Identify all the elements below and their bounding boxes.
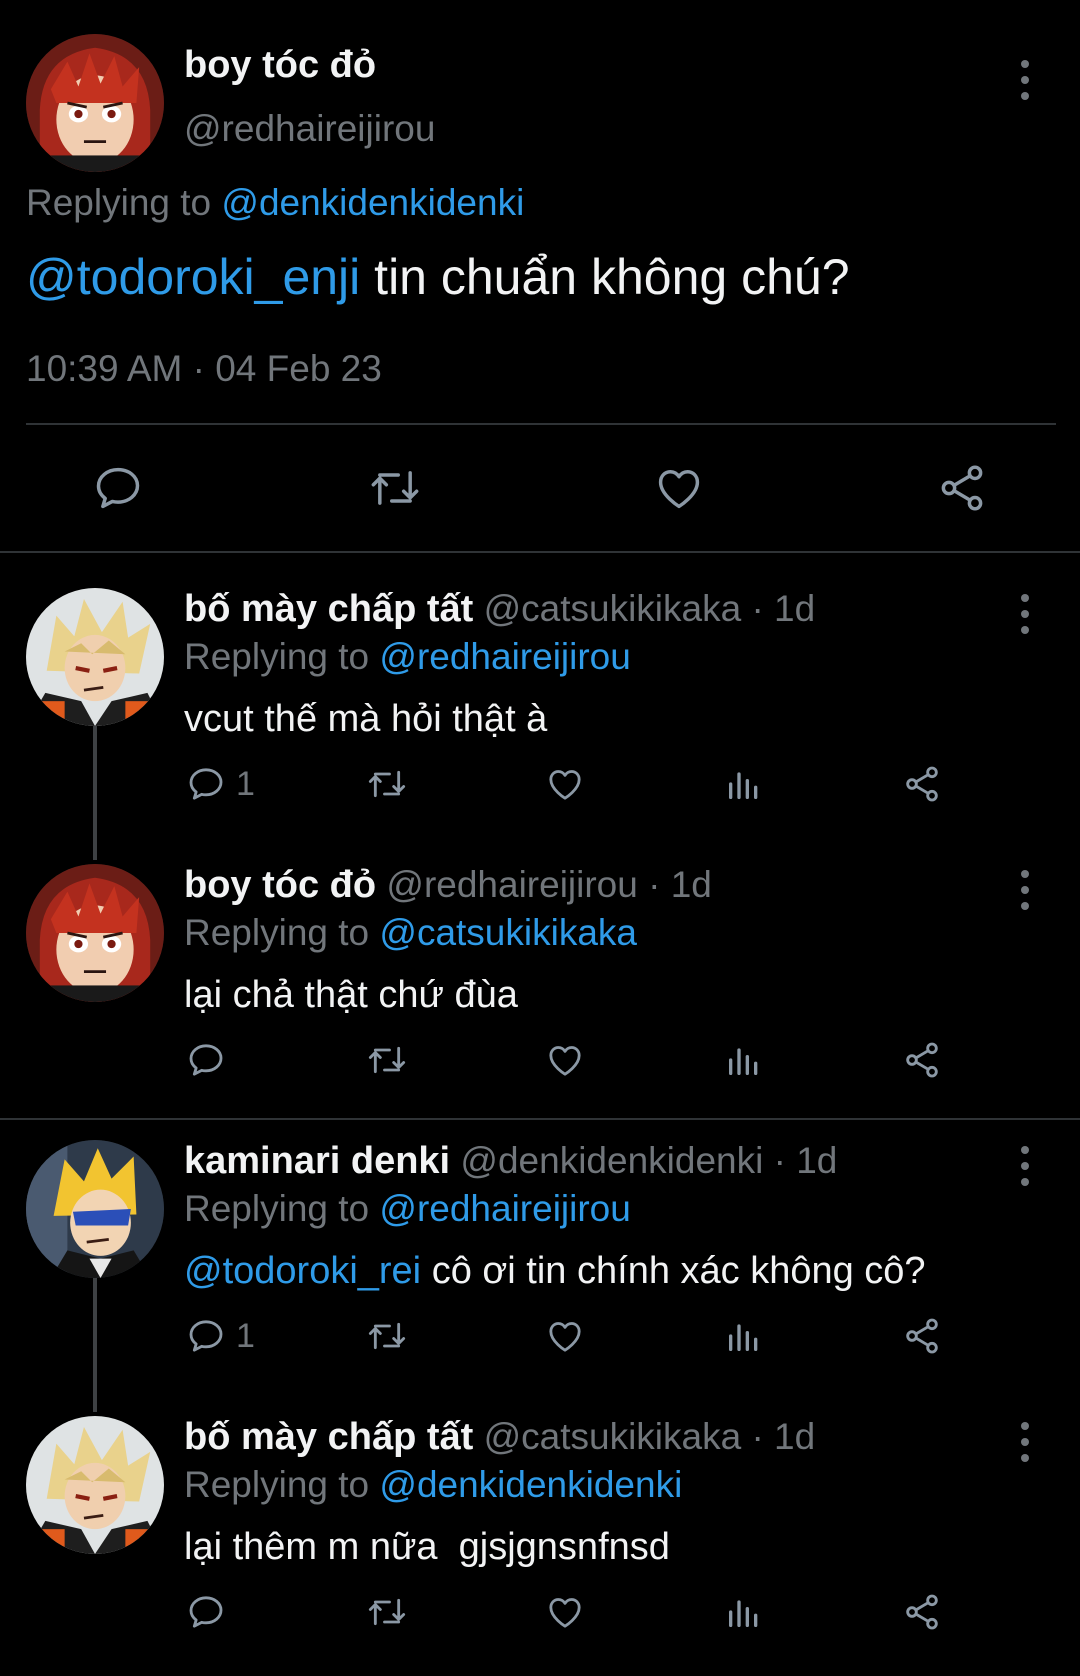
- action-bar: [184, 1040, 984, 1090]
- reply-tweet[interactable]: boy tóc đỏ @redhaireijirou · 1d Replying…: [0, 864, 1080, 1114]
- tweet-text: vcut thế mà hỏi thật à: [184, 698, 547, 741]
- replying-to-link[interactable]: @denkidenkidenki: [379, 1464, 682, 1505]
- author-meta[interactable]: @catsukikikaka · 1d: [473, 1416, 816, 1457]
- author-meta[interactable]: @catsukikikaka · 1d: [473, 588, 816, 629]
- avatar[interactable]: [26, 588, 164, 726]
- replying-prefix: Replying to: [184, 1464, 380, 1505]
- author-name[interactable]: boy tóc đỏ: [184, 864, 376, 906]
- retweet-icon[interactable]: [364, 1040, 410, 1080]
- like-icon[interactable]: [544, 1316, 586, 1356]
- like-icon[interactable]: [544, 1040, 586, 1080]
- tweet-body: lại chả thật chứ đùa: [184, 974, 518, 1016]
- retweet-icon[interactable]: [364, 1592, 410, 1632]
- replying-prefix: Replying to: [184, 1188, 380, 1229]
- replying-to-link[interactable]: @denkidenkidenki: [221, 182, 524, 223]
- analytics-icon[interactable]: [724, 1316, 764, 1356]
- author-name[interactable]: kaminari denki: [184, 1140, 450, 1182]
- reply-count: 1: [236, 1316, 255, 1355]
- analytics-icon[interactable]: [724, 1592, 764, 1632]
- analytics-icon[interactable]: [724, 1040, 764, 1080]
- reply-icon[interactable]: [186, 1040, 226, 1080]
- more-options-icon[interactable]: [1015, 1144, 1035, 1188]
- retweet-icon[interactable]: [364, 1316, 410, 1356]
- share-icon[interactable]: [902, 1040, 942, 1080]
- tweet-text: lại chả thật chứ đùa: [184, 974, 518, 1017]
- replying-to: Replying to @denkidenkidenki: [184, 1464, 682, 1506]
- mention-link[interactable]: @todoroki_enji: [26, 249, 360, 305]
- reply-icon[interactable]: 1: [186, 1316, 255, 1356]
- tweet-text: @todoroki_enji tin chuẩn không chú?: [26, 248, 850, 306]
- share-icon[interactable]: [902, 1592, 942, 1632]
- reply-header: kaminari denki @denkidenkidenki · 1d: [184, 1140, 837, 1183]
- author-meta[interactable]: @redhaireijirou · 1d: [376, 864, 712, 905]
- like-icon[interactable]: [652, 462, 706, 514]
- replying-to: Replying to @catsukikikaka: [184, 912, 637, 954]
- share-icon[interactable]: [936, 462, 988, 514]
- replying-prefix: Replying to: [184, 636, 380, 677]
- author-name[interactable]: boy tóc đỏ: [184, 44, 376, 87]
- tweet-body: tin chuẩn không chú?: [360, 249, 850, 305]
- redhair-avatar-image: [26, 34, 164, 172]
- action-bar: 1: [184, 1316, 984, 1366]
- share-icon[interactable]: [902, 764, 942, 804]
- tweet-text: @todoroki_rei cô ơi tin chính xác không …: [184, 1250, 926, 1293]
- replying-prefix: Replying to: [26, 182, 222, 223]
- tweet-body: vcut thế mà hỏi thật à: [184, 698, 548, 740]
- author-name[interactable]: bố mày chấp tất: [184, 588, 473, 630]
- tweet-text: lại thêm m nữa gjsjgnsnfnsd: [184, 1526, 670, 1569]
- timestamp[interactable]: 10:39 AM · 04 Feb 23: [26, 348, 382, 390]
- action-bar: [184, 1592, 984, 1642]
- reply-tweet[interactable]: bố mày chấp tất @catsukikikaka · 1d Repl…: [0, 588, 1080, 838]
- author-handle[interactable]: @redhaireijirou: [184, 108, 435, 150]
- replying-to-link[interactable]: @redhaireijirou: [379, 636, 630, 677]
- tweet-body: lại thêm m nữa gjsjgnsnfnsd: [184, 1526, 670, 1568]
- reply-header: bố mày chấp tất @catsukikikaka · 1d: [184, 1416, 815, 1459]
- avatar[interactable]: [26, 864, 164, 1002]
- author-meta[interactable]: @denkidenkidenki · 1d: [450, 1140, 837, 1181]
- author-name[interactable]: bố mày chấp tất: [184, 1416, 473, 1458]
- blonde-spiky-avatar-image: [26, 588, 164, 726]
- reply-header: boy tóc đỏ @redhaireijirou · 1d: [184, 864, 712, 907]
- more-options-icon[interactable]: [1015, 58, 1035, 102]
- avatar[interactable]: [26, 1416, 164, 1554]
- replying-to: Replying to @redhaireijirou: [184, 1188, 631, 1230]
- reply-icon[interactable]: [92, 462, 144, 514]
- blonde-spiky-avatar-image: [26, 1416, 164, 1554]
- section-divider: [0, 551, 1080, 553]
- like-icon[interactable]: [544, 1592, 586, 1632]
- replying-prefix: Replying to: [184, 912, 380, 953]
- replying-to: Replying to @denkidenkidenki: [26, 182, 524, 224]
- more-options-icon[interactable]: [1015, 592, 1035, 636]
- analytics-icon[interactable]: [724, 764, 764, 804]
- share-icon[interactable]: [902, 1316, 942, 1356]
- reply-icon[interactable]: [186, 1592, 226, 1632]
- reply-count: 1: [236, 764, 255, 803]
- replying-to: Replying to @redhaireijirou: [184, 636, 631, 678]
- mention-link[interactable]: @todoroki_rei: [184, 1250, 421, 1292]
- reply-header: bố mày chấp tất @catsukikikaka · 1d: [184, 588, 815, 631]
- redhair-avatar-image: [26, 864, 164, 1002]
- action-bar: 1: [184, 764, 984, 814]
- reply-tweet[interactable]: kaminari denki @denkidenkidenki · 1d Rep…: [0, 1140, 1080, 1390]
- section-divider: [0, 1118, 1080, 1120]
- more-options-icon[interactable]: [1015, 1420, 1035, 1464]
- avatar[interactable]: [26, 1140, 164, 1278]
- tweet-body: cô ơi tin chính xác không cô?: [421, 1250, 926, 1292]
- replying-to-link[interactable]: @redhaireijirou: [379, 1188, 630, 1229]
- reply-tweet[interactable]: bố mày chấp tất @catsukikikaka · 1d Repl…: [0, 1416, 1080, 1666]
- reply-icon[interactable]: 1: [186, 764, 255, 804]
- yellowhair-avatar-image: [26, 1140, 164, 1278]
- avatar[interactable]: [26, 34, 164, 172]
- divider: [26, 423, 1056, 425]
- like-icon[interactable]: [544, 764, 586, 804]
- main-tweet: boy tóc đỏ @redhaireijirou Replying to @…: [0, 0, 1080, 553]
- replying-to-link[interactable]: @catsukikikaka: [379, 912, 637, 953]
- retweet-icon[interactable]: [366, 462, 424, 514]
- more-options-icon[interactable]: [1015, 868, 1035, 912]
- retweet-icon[interactable]: [364, 764, 410, 804]
